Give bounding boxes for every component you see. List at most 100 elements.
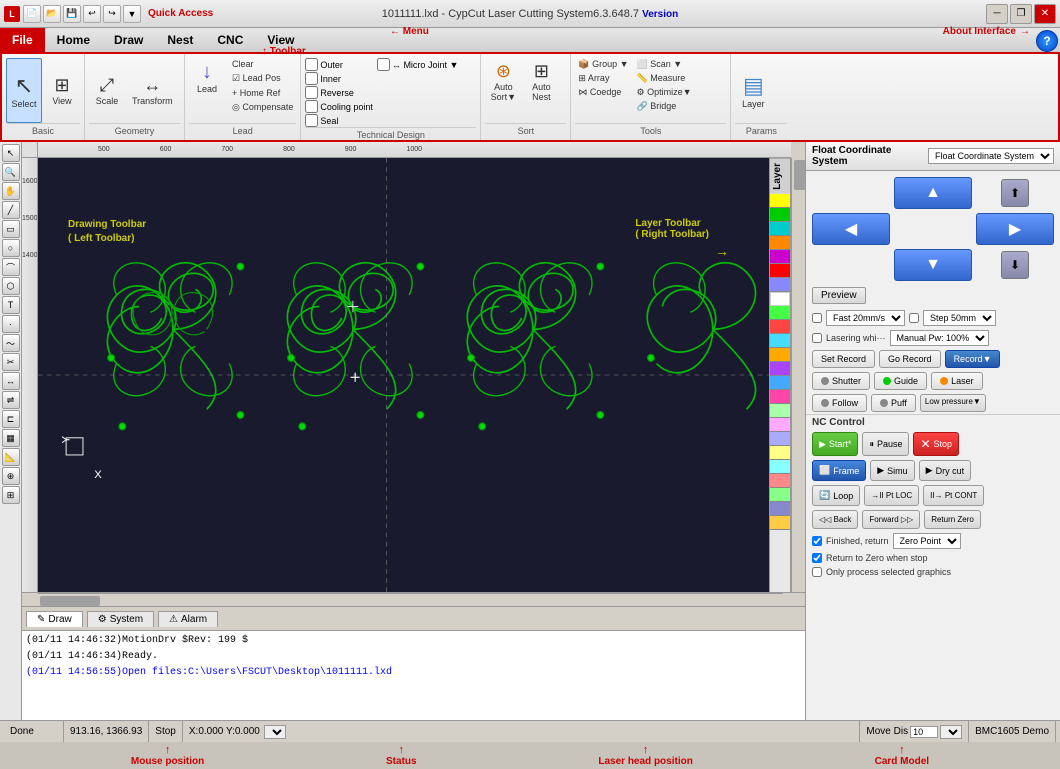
coedge-btn[interactable]: ⋈ Coedge — [575, 86, 631, 99]
qa-extra-btn[interactable]: ▼ — [123, 5, 141, 23]
low-pressure-btn[interactable]: Low pressure▼ — [920, 394, 986, 412]
compensate-btn[interactable]: ◎ Compensate — [229, 101, 296, 114]
measure-btn[interactable]: 📏 Measure — [634, 72, 695, 85]
lv-bezier-btn[interactable]: 〜 — [2, 334, 20, 352]
scan-btn[interactable]: ⬜ Scan ▼ — [634, 58, 695, 71]
close-btn[interactable]: ✕ — [1034, 4, 1056, 24]
select-tool-btn[interactable]: ↖ Select — [6, 58, 42, 123]
dir-up-right-btn[interactable]: ⬆ — [1001, 179, 1029, 207]
layer-color-salmon[interactable] — [770, 474, 790, 488]
reverse-checkbox[interactable] — [305, 86, 318, 99]
go-record-btn[interactable]: Go Record — [879, 350, 941, 368]
lead-pos-btn[interactable]: ☑ Lead Pos — [229, 72, 296, 85]
step-checkbox[interactable] — [909, 313, 919, 323]
layer-color-mint[interactable] — [770, 404, 790, 418]
layer-color-yellow[interactable] — [770, 194, 790, 208]
lv-mirror-btn[interactable]: ⇌ — [2, 391, 20, 409]
layer-color-orange[interactable] — [770, 236, 790, 250]
pt-cont-btn[interactable]: II→ Pt CONT — [923, 485, 984, 506]
frame-btn[interactable]: ⬜ Frame — [812, 460, 866, 481]
forward-btn[interactable]: Forward ▷▷ — [862, 510, 920, 529]
layer-color-amber[interactable] — [770, 348, 790, 362]
layer-color-violet[interactable] — [770, 362, 790, 376]
lv-hatch-btn[interactable]: ▦ — [2, 429, 20, 447]
menu-view[interactable]: View — [255, 28, 306, 52]
return-zero-btn[interactable]: Return Zero — [924, 510, 981, 529]
lv-zoom-btn[interactable]: 🔍 — [2, 163, 20, 181]
canvas-drawing-area[interactable]: Y X Drawing Toolbar( Left Toolbar) — [38, 158, 769, 592]
scrollbar-h-thumb[interactable] — [40, 596, 100, 606]
tab-draw[interactable]: ✎ Draw — [26, 611, 83, 627]
auto-nest-btn[interactable]: ⊞ Auto Nest — [523, 58, 559, 105]
layer-color-green-light[interactable] — [770, 306, 790, 320]
lv-measure-btn[interactable]: 📐 — [2, 448, 20, 466]
lv-pan-btn[interactable]: ✋ — [2, 182, 20, 200]
laser-pos-dropdown[interactable] — [264, 725, 286, 739]
qa-open-btn[interactable]: 📂 — [43, 5, 61, 23]
simu-btn[interactable]: ▶ Simu — [870, 460, 914, 481]
preview-btn[interactable]: Preview — [812, 287, 866, 304]
menu-file[interactable]: File — [0, 28, 45, 52]
layer-color-red-light[interactable] — [770, 320, 790, 334]
menu-home[interactable]: Home — [45, 28, 102, 52]
start-btn[interactable]: ▶ Start* — [812, 432, 858, 456]
layer-color-blue-light[interactable] — [770, 278, 790, 292]
array-btn[interactable]: ⊞ Array — [575, 72, 631, 85]
lv-snap-btn[interactable]: ⊕ — [2, 467, 20, 485]
bridge-btn[interactable]: 🔗 Bridge — [634, 100, 695, 113]
tab-system[interactable]: ⚙ System — [87, 611, 154, 627]
menu-draw[interactable]: Draw — [102, 28, 155, 52]
auto-sort-btn[interactable]: ⊛ Auto Sort▼ — [485, 58, 521, 105]
laser-btn[interactable]: Laser — [931, 372, 983, 390]
lv-rect-btn[interactable]: ▭ — [2, 220, 20, 238]
stop-btn[interactable]: ✕ Stop — [913, 432, 959, 456]
restore-btn[interactable]: ❐ — [1010, 4, 1032, 24]
layer-color-magenta[interactable] — [770, 250, 790, 264]
layer-color-red[interactable] — [770, 264, 790, 278]
lv-circle-btn[interactable]: ○ — [2, 239, 20, 257]
lv-point-btn[interactable]: · — [2, 315, 20, 333]
record-btn[interactable]: Record▼ — [945, 350, 1001, 368]
layer-color-periwinkle[interactable] — [770, 432, 790, 446]
layer-color-green[interactable] — [770, 208, 790, 222]
move-dis-dropdown[interactable] — [940, 725, 962, 739]
menu-cnc[interactable]: CNC — [205, 28, 255, 52]
layer-color-aqua[interactable] — [770, 460, 790, 474]
menu-nest[interactable]: Nest — [155, 28, 205, 52]
about-interface-btn[interactable]: ? — [1036, 30, 1058, 52]
layer-color-white[interactable] — [770, 292, 790, 306]
layer-color-pink[interactable] — [770, 390, 790, 404]
home-ref-btn[interactable]: + Home Ref — [229, 87, 296, 99]
coord-system-dropdown[interactable]: Float Coordinate System — [928, 148, 1054, 164]
transform-tool-btn[interactable]: ↔ Transform — [127, 58, 178, 123]
only-selected-checkbox[interactable] — [812, 567, 822, 577]
lead-btn[interactable]: ↓ Lead — [189, 58, 225, 97]
lv-line-btn[interactable]: ╱ — [2, 201, 20, 219]
puff-btn[interactable]: Puff — [871, 394, 916, 412]
zero-point-select[interactable]: Zero Point — [893, 533, 961, 549]
clear-btn[interactable]: Clear — [229, 58, 296, 70]
qa-new-btn[interactable]: 📄 — [23, 5, 41, 23]
step-select[interactable]: Step 50mm — [923, 310, 996, 326]
lv-text-btn[interactable]: T — [2, 296, 20, 314]
layer-color-lavender[interactable] — [770, 418, 790, 432]
back-btn[interactable]: ◁◁ Back — [812, 510, 858, 529]
inner-checkbox[interactable] — [305, 72, 318, 85]
lv-select-btn[interactable]: ↖ — [2, 144, 20, 162]
dry-cut-btn[interactable]: ▶ Dry cut — [919, 460, 971, 481]
lv-arc-btn[interactable]: ⌒ — [2, 258, 20, 276]
cooling-checkbox[interactable] — [305, 100, 318, 113]
guide-btn[interactable]: Guide — [874, 372, 927, 390]
layer-btn[interactable]: ▤ Layer — [735, 58, 771, 123]
pt-loc-btn[interactable]: →II Pt LOC — [864, 485, 919, 506]
qa-redo-btn[interactable]: ↪ — [103, 5, 121, 23]
manual-pw-select[interactable]: Manual Pw: 100% — [890, 330, 989, 346]
layer-color-blue[interactable] — [770, 376, 790, 390]
layer-color-indigo[interactable] — [770, 502, 790, 516]
qa-undo-btn[interactable]: ↩ — [83, 5, 101, 23]
dir-down-btn[interactable]: ▼ — [894, 249, 972, 281]
scale-tool-btn[interactable]: ⤢ Scale — [89, 58, 125, 123]
lv-poly-btn[interactable]: ⬡ — [2, 277, 20, 295]
lv-grid-btn[interactable]: ⊞ — [2, 486, 20, 504]
dir-down-right-btn[interactable]: ⬇ — [1001, 251, 1029, 279]
